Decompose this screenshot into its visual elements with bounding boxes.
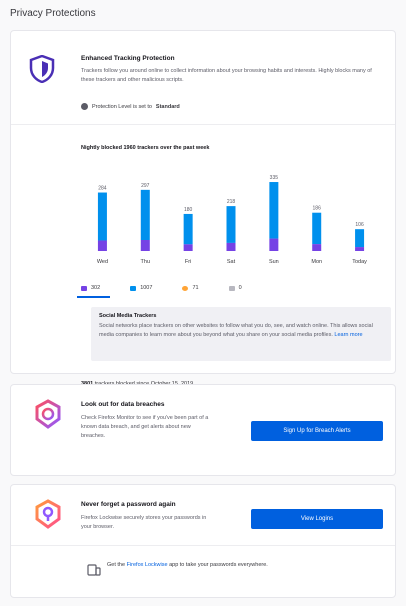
tracking-icon: [182, 285, 189, 291]
breach-alerts-button[interactable]: Sign Up for Breach Alerts: [251, 421, 383, 441]
tab-tracking-content[interactable]: 71: [182, 281, 199, 295]
bar-thu: [140, 189, 150, 240]
bar-segment-today: [355, 247, 365, 251]
x-tick-label: Mon: [311, 259, 322, 265]
protection-level-prefix: Protection Level is set to: [92, 103, 152, 110]
chart-title: Nightly blocked 1960 trackers over the p…: [81, 145, 210, 151]
bar-value-label: 297: [141, 183, 150, 189]
app-prefix: Get the: [107, 562, 127, 568]
x-tick-label: Sun: [269, 259, 279, 265]
monitor-description: Check Firefox Monitor to see if you've b…: [81, 415, 209, 439]
lockwise-icon: [35, 499, 61, 529]
view-logins-button[interactable]: View Logins: [251, 509, 383, 529]
social-icon: [81, 285, 87, 291]
fingerprint-icon: [228, 285, 235, 291]
x-tick-label: Sat: [227, 259, 236, 265]
bar-value-label: 180: [184, 207, 193, 213]
learn-more-link[interactable]: Learn more: [334, 332, 362, 338]
tab-fingerprinters-count: 0: [238, 285, 242, 291]
bar-value-label: 335: [270, 175, 279, 181]
panel-title: Social Media Trackers: [99, 313, 157, 319]
etp-header: Enhanced Tracking Protection Trackers fo…: [11, 31, 395, 125]
devices-icon: [87, 564, 101, 576]
bar-fri: [183, 213, 193, 245]
bar-segment-thu: [140, 239, 150, 251]
bar-value-label: 186: [313, 206, 322, 212]
protection-level-value: Standard: [155, 103, 180, 110]
monitor-card: Look out for data breaches Check Firefox…: [10, 384, 396, 476]
etp-title: Enhanced Tracking Protection: [81, 55, 175, 62]
bar-segment-sun: [269, 238, 279, 251]
x-tick-label: Wed: [97, 259, 108, 265]
tracker-tabs: 302 1007 71 0: [76, 281, 381, 298]
panel-text: Social networks place trackers on other …: [99, 322, 383, 339]
monitor-icon: [35, 399, 61, 429]
panel-body: Social networks place trackers on other …: [99, 323, 373, 338]
etp-description: Trackers follow you around online to col…: [81, 68, 372, 83]
page-title: Privacy Protections: [10, 8, 96, 19]
bar-segment-sat: [226, 242, 236, 251]
gear-icon: [81, 103, 88, 110]
bar-mon: [312, 212, 322, 245]
bar-value-label: 284: [98, 186, 107, 192]
lockwise-divider: [11, 545, 395, 546]
x-tick-label: Today: [352, 259, 367, 265]
bar-segment-wed: [97, 240, 107, 251]
bar-sun: [269, 182, 279, 239]
monitor-title: Look out for data breaches: [81, 401, 165, 408]
bar-value-label: 218: [227, 199, 236, 205]
bar-segment-fri: [183, 244, 193, 251]
tab-cross-site[interactable]: 1007: [130, 281, 152, 295]
tab-social-count: 302: [91, 285, 101, 291]
etp-card: Enhanced Tracking Protection Trackers fo…: [10, 30, 396, 387]
protection-level[interactable]: Protection Level is set to Standard: [81, 103, 180, 110]
bar-sat: [226, 206, 236, 243]
bar-value-label: 106: [355, 222, 364, 228]
app-suffix: app to take your passwords everywhere.: [167, 562, 268, 568]
cookie-icon: [130, 285, 137, 291]
trackers-bar-chart: 284 Wed 297 Thu 180 Fri 218 Sat 335 Sun 186 Mon 106 T…: [97, 175, 367, 265]
lockwise-app-link[interactable]: Firefox Lockwise: [127, 562, 168, 568]
x-tick-label: Thu: [141, 259, 150, 265]
tab-tracking-count: 71: [192, 285, 199, 291]
tab-social[interactable]: 302: [76, 281, 111, 298]
x-tick-label: Fri: [185, 259, 191, 265]
shield-icon: [29, 55, 55, 83]
lockwise-title: Never forget a password again: [81, 501, 176, 508]
lockwise-app-text: Get the Firefox Lockwise app to take you…: [107, 561, 277, 570]
tracker-info-panel: Social Media Trackers Social networks pl…: [91, 307, 391, 361]
tab-cross-site-count: 1007: [140, 285, 153, 291]
bar-today: [355, 229, 365, 248]
bar-segment-mon: [312, 244, 322, 251]
bar-wed: [97, 192, 107, 241]
tab-fingerprinters[interactable]: 0: [228, 281, 242, 295]
lockwise-description: Firefox Lockwise securely stores your pa…: [81, 515, 207, 530]
lockwise-card: Never forget a password again Firefox Lo…: [10, 484, 396, 598]
